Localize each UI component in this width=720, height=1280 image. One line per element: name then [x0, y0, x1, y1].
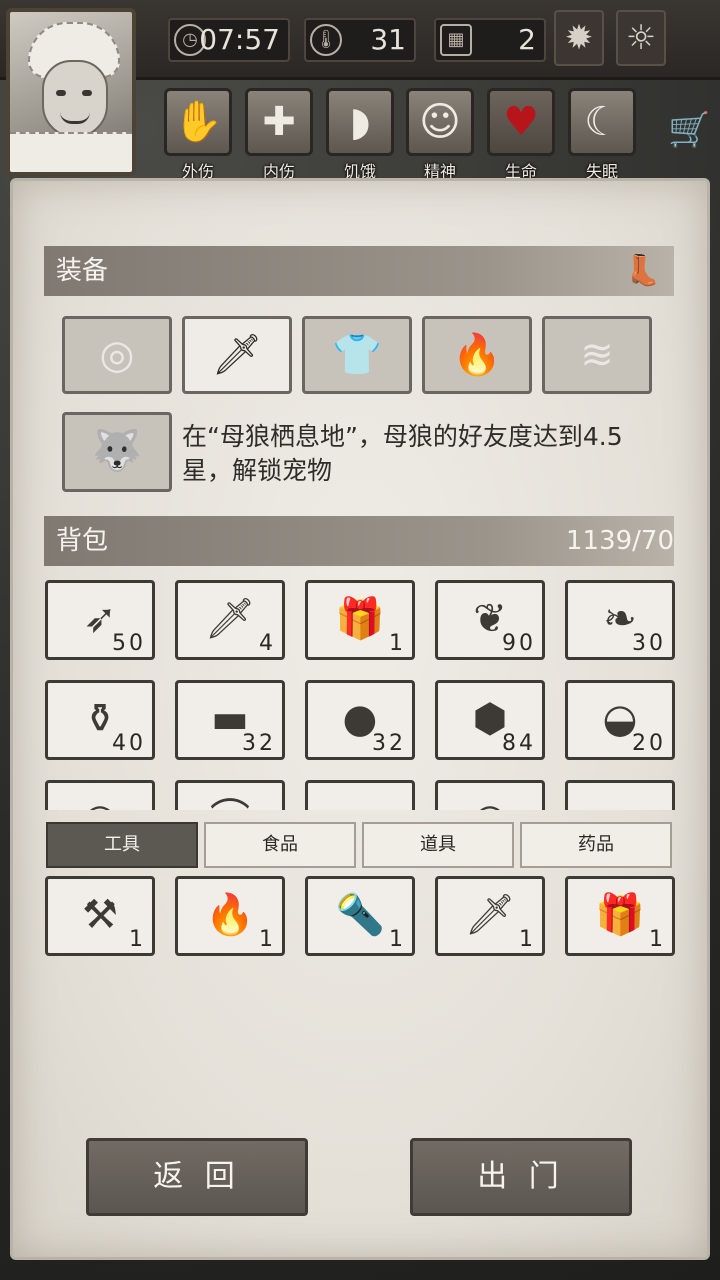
item-partial[interactable]: ∞	[565, 780, 675, 810]
sabre-icon: 🗡	[211, 332, 263, 378]
cross-icon: ✚	[245, 88, 313, 156]
fur-coat	[10, 132, 132, 172]
pearl-icon: ○	[83, 796, 118, 810]
feather-icon: ⌒	[210, 796, 250, 810]
item-count: 50	[112, 631, 146, 656]
backpack-title: 背包	[56, 526, 109, 556]
equip-slot-torch[interactable]: 🔥	[422, 316, 532, 394]
torch-icon: 🔥	[452, 332, 502, 378]
equip-slot-weapon[interactable]: 🗡	[182, 316, 292, 394]
tab-food[interactable]: 食品	[204, 822, 356, 868]
equipment-header: 装备 👢	[44, 246, 674, 296]
tab-props[interactable]: 道具	[362, 822, 514, 868]
status-hunger[interactable]: ◗ 饥饿	[326, 88, 394, 181]
item-gift-box[interactable]: 🎁 1	[305, 580, 415, 660]
temperature-display: 🌡 31	[304, 18, 416, 62]
target-icon: ◎	[99, 332, 135, 378]
head-icon: ☺	[406, 88, 474, 156]
nuts-icon: ∞	[603, 796, 636, 810]
calendar-icon: ▦	[440, 24, 472, 56]
gift-box-icon: 🎁	[595, 892, 645, 938]
backpack-capacity: 1139/70	[565, 526, 674, 556]
item-partial[interactable]: ◠	[435, 780, 545, 810]
item-count: 1	[259, 927, 276, 952]
heart-icon: ♥	[487, 88, 555, 156]
jacket-icon: 👕	[332, 332, 382, 378]
logs-icon: ≋	[580, 332, 614, 378]
item-count: 32	[372, 731, 406, 756]
wolf-icon: 🐺	[92, 428, 142, 474]
day-value: 2	[518, 23, 536, 56]
torch-icon: 🔥	[205, 892, 255, 938]
item-honeycomb[interactable]: ⬢ 84	[435, 680, 545, 760]
status-spirit[interactable]: ☺ 精神	[406, 88, 474, 181]
pet-unlock-hint: 在“母狼栖息地”，母狼的好友度达到4.5星，解锁宠物	[182, 422, 623, 485]
item-nut-bowl[interactable]: ◒ 20	[565, 680, 675, 760]
status-life[interactable]: ♥ 生命	[487, 88, 555, 181]
equipment-title: 装备	[56, 256, 109, 286]
tool-torch[interactable]: 🔥 1	[175, 876, 285, 956]
face	[42, 60, 108, 138]
player-avatar[interactable]	[6, 8, 136, 176]
item-partial[interactable]: ⌒	[175, 780, 285, 810]
back-button[interactable]: 返 回	[86, 1138, 308, 1216]
cart-icon[interactable]: 🛒	[668, 110, 710, 150]
item-count: 84	[502, 731, 536, 756]
item-iron-ball[interactable]: ● 32	[305, 680, 415, 760]
status-wound[interactable]: ✋ 外伤	[164, 88, 232, 181]
gift-box-icon: 🎁	[335, 596, 385, 642]
pet-slot[interactable]: 🐺	[62, 412, 172, 492]
equip-slot-target[interactable]: ◎	[62, 316, 172, 394]
item-partial[interactable]: ○	[45, 780, 155, 810]
bowl-icon: ◠	[473, 796, 508, 810]
sun-icon[interactable]: ☼	[616, 10, 666, 66]
item-bottle-leaves[interactable]: ⚱ 40	[45, 680, 155, 760]
item-count: 90	[502, 631, 536, 656]
boot-icon[interactable]: 👢	[616, 252, 670, 290]
thermometer-icon: 🌡	[310, 24, 342, 56]
item-ginseng-root[interactable]: ❧ 30	[565, 580, 675, 660]
equip-slot-clothing[interactable]: 👕	[302, 316, 412, 394]
axe-icon: ⚒	[82, 892, 118, 938]
item-count: 1	[519, 927, 536, 952]
item-count: 1	[389, 927, 406, 952]
tool-flashlight[interactable]: 🔦 1	[305, 876, 415, 956]
backpack-scroll-clip: ○ ⌒ ⌓ ◠ ∞	[44, 776, 676, 810]
time-display: ◷ 07:57	[168, 18, 290, 62]
sabre-icon: 🗡	[464, 892, 516, 938]
go-out-button[interactable]: 出 门	[410, 1138, 632, 1216]
stomach-icon: ◗	[326, 88, 394, 156]
item-count: 32	[242, 731, 276, 756]
maple-leaf-icon[interactable]: ✹	[554, 10, 604, 66]
sabre-icon: 🗡	[204, 596, 256, 642]
meat-icon: ⌓	[344, 796, 376, 810]
item-count: 30	[632, 631, 666, 656]
hand-icon: ✋	[164, 88, 232, 156]
day-display: ▦ 2	[434, 18, 546, 62]
status-insomnia[interactable]: ☾ 失眠	[568, 88, 636, 181]
item-herb-branch[interactable]: ❦ 90	[435, 580, 545, 660]
status-internal-injury[interactable]: ✚ 内伤	[245, 88, 313, 181]
item-arrows[interactable]: ➶ 50	[45, 580, 155, 660]
item-count: 20	[632, 731, 666, 756]
item-count: 1	[649, 927, 666, 952]
moon-icon: ☾	[568, 88, 636, 156]
temperature-value: 31	[370, 23, 406, 56]
item-partial[interactable]: ⌓	[305, 780, 415, 810]
equip-slot-logs[interactable]: ≋	[542, 316, 652, 394]
tool-knife[interactable]: 🗡 1	[435, 876, 545, 956]
backpack-header: 背包 1139/70	[44, 516, 674, 566]
item-count: 40	[112, 731, 146, 756]
flashlight-icon: 🔦	[335, 892, 385, 938]
item-count: 4	[259, 631, 276, 656]
tab-medicine[interactable]: 药品	[520, 822, 672, 868]
item-count: 1	[389, 631, 406, 656]
tool-axe[interactable]: ⚒ 1	[45, 876, 155, 956]
tab-tools[interactable]: 工具	[46, 822, 198, 868]
tool-supply-box[interactable]: 🎁 1	[565, 876, 675, 956]
item-count: 1	[129, 927, 146, 952]
time-value: 07:57	[199, 23, 280, 56]
item-dark-cloth[interactable]: ▬ 32	[175, 680, 285, 760]
item-knife[interactable]: 🗡 4	[175, 580, 285, 660]
